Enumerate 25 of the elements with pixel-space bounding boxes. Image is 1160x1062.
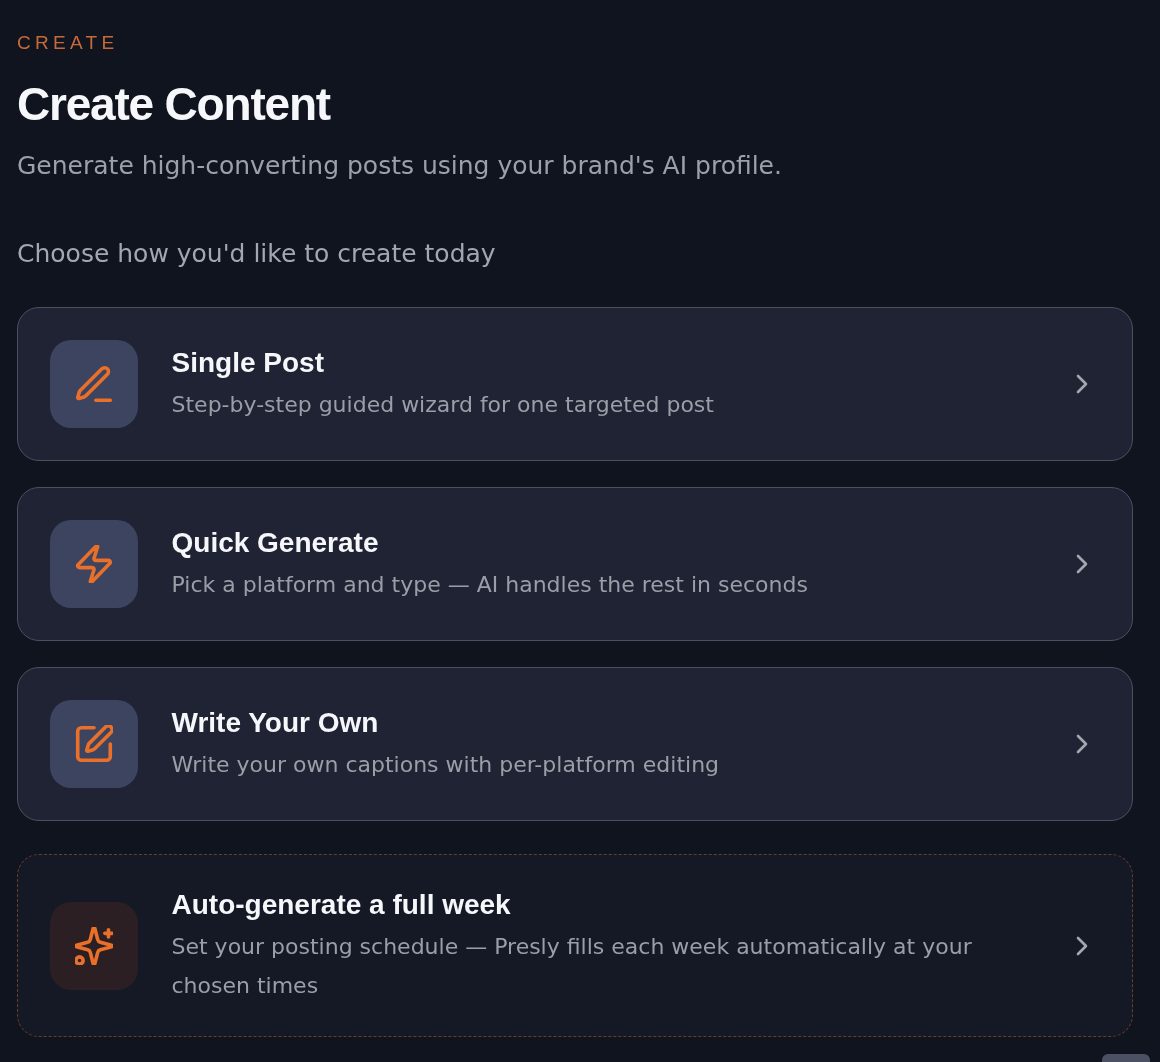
chevron-right-icon bbox=[1076, 734, 1088, 754]
lightning-bolt-icon bbox=[49, 520, 138, 608]
option-description: Write your own captions with per-platform editing bbox=[171, 750, 720, 779]
option-card[interactable]: Auto-generate a full week Set your posting schedule — Presly fills each week automatically at your chosen times bbox=[17, 854, 1133, 1037]
option-description: Step-by-step guided wizard for one targeted post bbox=[171, 390, 714, 419]
chevron-right-icon bbox=[1076, 554, 1088, 574]
section-label: CREATE bbox=[17, 31, 119, 55]
option-description: Set your posting schedule — Presly fills each week automatically at your chosen times bbox=[171, 932, 973, 1000]
section-prompt: Choose how you'd like to create today bbox=[17, 238, 496, 270]
pen-icon bbox=[49, 340, 138, 428]
option-card[interactable]: Quick Generate Pick a platform and type — AI handles the rest in seconds bbox=[17, 487, 1133, 641]
option-title: Quick Generate bbox=[171, 525, 379, 560]
option-title: Write Your Own bbox=[171, 705, 379, 740]
option-card[interactable]: Write Your Own Write your own captions with per-platform editing bbox=[17, 667, 1133, 821]
page-title: Create Content bbox=[17, 77, 330, 132]
page-subtitle: Generate high-converting posts using your brand's AI profile. bbox=[17, 150, 782, 182]
square-pen-icon bbox=[49, 700, 138, 788]
sparkle-icon bbox=[49, 901, 138, 990]
chevron-right-icon bbox=[1076, 935, 1088, 956]
option-card[interactable]: Single Post Step-by-step guided wizard for one targeted post bbox=[17, 307, 1133, 461]
option-title: Auto-generate a full week bbox=[171, 887, 511, 922]
floating-button[interactable] bbox=[1102, 1054, 1150, 1062]
option-title: Single Post bbox=[171, 345, 324, 380]
chevron-right-icon bbox=[1076, 374, 1088, 394]
option-description: Pick a platform and type — AI handles the rest in seconds bbox=[171, 570, 808, 599]
